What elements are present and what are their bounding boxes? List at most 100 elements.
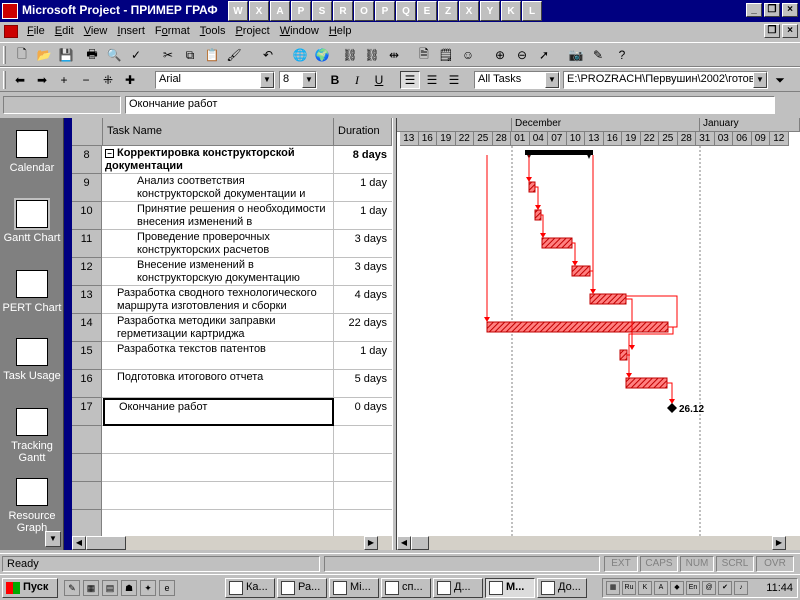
menu-help[interactable]: Help [324, 24, 357, 38]
chevron-down-icon[interactable]: ▼ [753, 72, 767, 88]
table-row[interactable]: 15 Разработка текстов патентов 1 day [72, 342, 392, 370]
view-bar-item-resource-graph[interactable]: Resource Graph [0, 478, 63, 534]
font-size-select[interactable]: 8 ▼ [279, 71, 317, 89]
table-row[interactable]: 12 Внесение изменений в конструкторскую д… [72, 258, 392, 286]
quicklaunch-app-icon[interactable]: ▤ [102, 580, 118, 596]
collapse-icon[interactable]: − [105, 149, 114, 158]
duration-cell[interactable]: 5 days [334, 370, 392, 398]
table-row[interactable]: 14 Разработка методики заправки герметиза… [72, 314, 392, 342]
office-shortcut-app-icon[interactable]: R [333, 1, 353, 21]
duration-cell[interactable] [334, 510, 392, 536]
print-icon[interactable]: 🖶 [82, 46, 102, 64]
align-left-icon[interactable]: ☰ [400, 71, 420, 89]
plus-icon[interactable]: + [54, 71, 74, 89]
scroll-left-icon[interactable]: ◀ [72, 536, 86, 550]
close-button[interactable]: × [782, 3, 798, 17]
toolbar-grip[interactable] [3, 71, 6, 89]
hyperlink-address-field[interactable]: E:\PROZRACH\Первушин\2002\готов ▼ [563, 71, 768, 89]
row-id[interactable]: 16 [72, 370, 102, 398]
office-shortcut-app-icon[interactable]: E [417, 1, 437, 21]
view-bar-item-gantt-chart[interactable]: Gantt Chart [0, 198, 63, 244]
office-shortcut-app-icon[interactable]: K [501, 1, 521, 21]
row-id[interactable]: 17 [72, 398, 102, 426]
row-id[interactable] [72, 454, 102, 482]
doc-close-button[interactable]: × [782, 24, 798, 38]
table-row[interactable]: 9 Анализ соответствия конструкторской док… [72, 174, 392, 202]
tray-app-icon[interactable]: K [638, 581, 652, 595]
web-toolbar-icon[interactable]: 🌍 [312, 46, 332, 64]
office-shortcut-app-icon[interactable]: Y [480, 1, 500, 21]
doc-restore-button[interactable]: ❐ [764, 24, 780, 38]
view-bar-item-pert-chart[interactable]: PERT Chart [0, 270, 63, 314]
open-folder-icon[interactable]: 📂 [34, 46, 54, 64]
arrow-right-icon[interactable]: ➡ [32, 71, 52, 89]
view-bar-item-calendar[interactable]: Calendar [0, 130, 63, 174]
zoom-out-icon[interactable]: ⊖ [512, 46, 532, 64]
split-task-icon[interactable]: ⇹ [384, 46, 404, 64]
copy-picture-icon[interactable]: 📷 [566, 46, 586, 64]
table-row[interactable]: 10 Принятие решения о необходимости внесе… [72, 202, 392, 230]
font-name-select[interactable]: Arial ▼ [155, 71, 275, 89]
zoom-in-icon[interactable]: ⊕ [490, 46, 510, 64]
help-icon[interactable]: ? [612, 46, 632, 64]
italic-button[interactable]: I [347, 71, 367, 89]
view-bar-item-tracking-gantt[interactable]: Tracking Gantt [0, 408, 63, 464]
assign-resources-icon[interactable]: ☺ [458, 46, 478, 64]
restore-button[interactable]: ❐ [764, 3, 780, 17]
document-icon[interactable] [4, 25, 18, 38]
menu-insert[interactable]: Insert [112, 24, 150, 38]
spelling-icon[interactable]: ✓ [126, 46, 146, 64]
project-app-icon[interactable] [2, 3, 18, 19]
table-row[interactable]: 11 Проведение проверочных конструкторских… [72, 230, 392, 258]
office-shortcut-app-icon[interactable]: W [228, 1, 248, 21]
format-painter-icon[interactable]: 🖌 [224, 46, 244, 64]
align-center-icon[interactable]: ☰ [422, 71, 442, 89]
tray-app-icon[interactable]: ▦ [606, 581, 620, 595]
chart-horizontal-scrollbar[interactable]: ◀ ▶ [397, 536, 800, 550]
duration-cell[interactable] [334, 426, 392, 454]
link-tasks-icon[interactable]: ⛓ [340, 46, 360, 64]
office-shortcut-app-icon[interactable]: O [354, 1, 374, 21]
taskbar-task-button[interactable]: сп... [381, 578, 431, 598]
scroll-thumb[interactable] [411, 536, 429, 550]
scroll-right-icon[interactable]: ▶ [772, 536, 786, 550]
view-bar-item-task-usage[interactable]: Task Usage [0, 338, 63, 382]
quicklaunch-app-icon[interactable]: ☗ [121, 580, 137, 596]
duration-cell[interactable]: 1 day [334, 342, 392, 370]
taskbar-task-button[interactable]: Ка... [225, 578, 275, 598]
task-name-cell[interactable] [103, 482, 334, 510]
row-id[interactable] [72, 510, 102, 536]
tray-app-icon[interactable]: ✔ [718, 581, 732, 595]
new-file-icon[interactable]: 🗋 [12, 46, 32, 64]
tray-app-icon[interactable]: ◆ [670, 581, 684, 595]
table-row[interactable]: 16 Подготовка итогового отчета 5 days [72, 370, 392, 398]
duration-cell[interactable] [334, 454, 392, 482]
show-all-subtasks-icon[interactable]: ✚ [120, 71, 140, 89]
table-row[interactable] [72, 454, 392, 482]
table-row[interactable]: 13 Разработка сводного технологического м… [72, 286, 392, 314]
duration-cell[interactable]: 3 days [334, 230, 392, 258]
language-indicator-icon[interactable]: Ru [622, 581, 636, 595]
unlink-tasks-icon[interactable]: ⛓ [362, 46, 382, 64]
autofilter-icon[interactable]: ⏷ [770, 71, 790, 89]
column-header-task-name[interactable]: Task Name [103, 118, 334, 146]
office-shortcut-app-icon[interactable]: L [522, 1, 542, 21]
table-row[interactable]: 8− Корректировка конструкторской документ… [72, 146, 392, 174]
duration-cell[interactable]: 4 days [334, 286, 392, 314]
underline-button[interactable]: U [369, 71, 389, 89]
paste-icon[interactable]: 📋 [202, 46, 222, 64]
task-name-cell[interactable]: Подготовка итогового отчета [103, 370, 334, 398]
chevron-down-icon[interactable]: ▼ [260, 72, 274, 88]
show-subtasks-icon[interactable]: ⁜ [98, 71, 118, 89]
row-id[interactable] [72, 426, 102, 454]
task-name-cell[interactable]: Анализ соответствия конструкторской доку… [103, 174, 334, 202]
table-row[interactable] [72, 426, 392, 454]
start-button[interactable]: Пуск [2, 578, 58, 598]
table-row[interactable] [72, 482, 392, 510]
toolbar-grip[interactable] [3, 46, 6, 64]
task-name-cell[interactable]: Принятие решения о необходимости внесени… [103, 202, 334, 230]
minus-icon[interactable]: − [76, 71, 96, 89]
column-header-duration[interactable]: Duration [334, 118, 392, 146]
menu-view[interactable]: View [79, 24, 113, 38]
task-name-cell[interactable]: Разработка текстов патентов [103, 342, 334, 370]
